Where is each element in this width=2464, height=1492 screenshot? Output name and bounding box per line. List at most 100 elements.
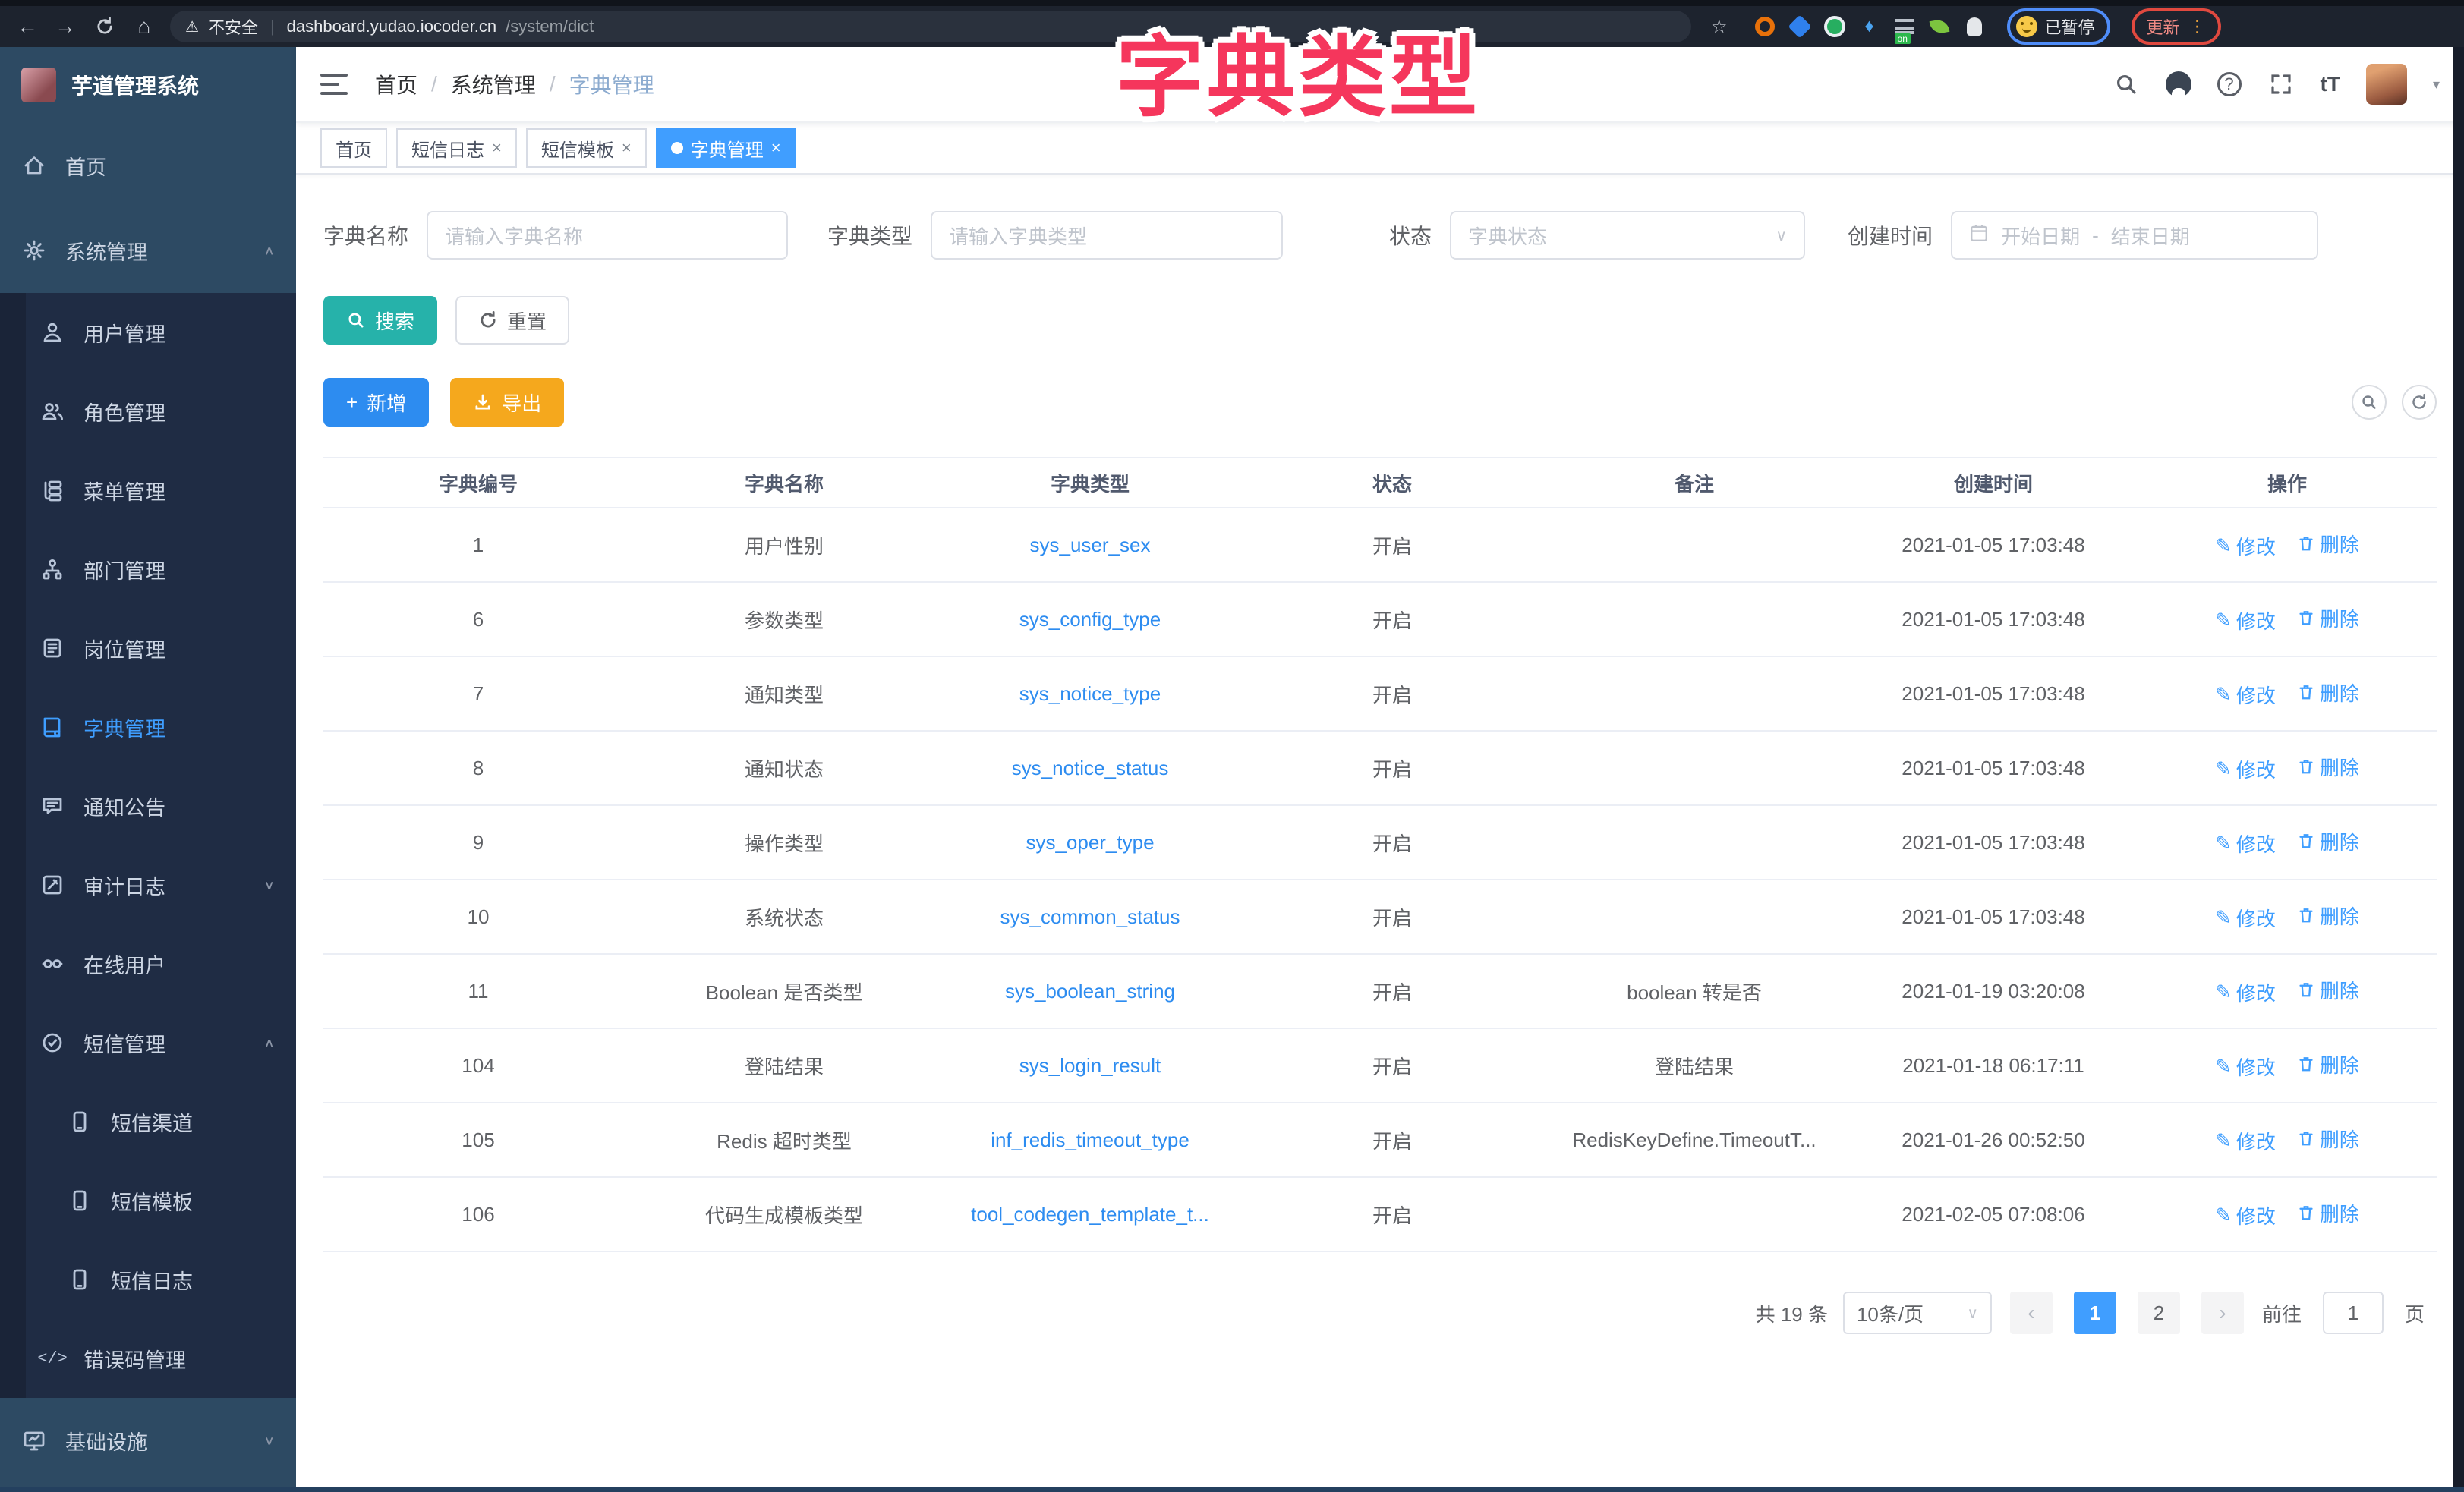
dict-type-link[interactable]: sys_config_type — [1019, 608, 1161, 631]
delete-link[interactable]: 删除 — [2297, 753, 2359, 781]
help-icon[interactable]: ? — [2217, 72, 2242, 96]
next-page-button[interactable]: › — [2201, 1292, 2244, 1334]
delete-link[interactable]: 删除 — [2297, 678, 2359, 707]
delete-link[interactable]: 删除 — [2297, 530, 2359, 558]
sidebar-item-users[interactable]: 用户管理 — [0, 293, 296, 372]
date-range-picker[interactable]: 开始日期 - 结束日期 — [1951, 211, 2318, 260]
delete-link[interactable]: 删除 — [2297, 902, 2359, 930]
dict-type-link[interactable]: sys_common_status — [1000, 905, 1180, 928]
prev-page-button[interactable]: ‹ — [2010, 1292, 2053, 1334]
dict-type-link[interactable]: sys_notice_status — [1012, 757, 1169, 779]
sidebar-item-sms-template[interactable]: 短信模板 — [0, 1161, 296, 1240]
dict-type-link[interactable]: sys_login_result — [1019, 1054, 1161, 1077]
bookmark-star-icon[interactable]: ☆ — [1711, 16, 1728, 38]
avatar-caret-icon[interactable]: ▾ — [2433, 77, 2440, 93]
font-size-icon[interactable]: tT — [2321, 72, 2340, 96]
add-button[interactable]: +新增 — [323, 378, 429, 427]
dict-type-link[interactable]: sys_boolean_string — [1005, 980, 1175, 1003]
tab-sms-log[interactable]: 短信日志× — [396, 128, 517, 168]
status-select[interactable]: 字典状态∨ — [1450, 211, 1805, 260]
ext-orange-ring-icon[interactable] — [1753, 15, 1776, 38]
dict-type-input[interactable]: 请输入字典类型 — [931, 211, 1283, 260]
ext-on-badge: on — [1895, 33, 1911, 44]
toggle-search-button[interactable] — [2352, 385, 2387, 420]
sidebar-item-posts[interactable]: 岗位管理 — [0, 609, 296, 688]
breadcrumb-home[interactable]: 首页 — [375, 69, 417, 99]
sidebar-item-system[interactable]: 系统管理 ∧ — [0, 208, 296, 293]
page-size-select[interactable]: 10条/页∨ — [1843, 1292, 1992, 1334]
delete-link[interactable]: 删除 — [2297, 1050, 2359, 1078]
dict-type-link[interactable]: inf_redis_timeout_type — [991, 1128, 1189, 1151]
tab-sms-template[interactable]: 短信模板× — [526, 128, 647, 168]
close-icon[interactable]: × — [492, 138, 502, 158]
browser-reload-icon[interactable] — [91, 13, 118, 40]
dict-type-link[interactable]: tool_codegen_template_t... — [971, 1203, 1209, 1226]
browser-forward-icon[interactable]: → — [53, 14, 77, 39]
sidebar-item-sms[interactable]: 短信管理 ∧ — [0, 1003, 296, 1082]
profile-paused-badge[interactable]: 已暂停 — [2007, 8, 2110, 45]
ext-leaf-icon[interactable] — [1928, 15, 1951, 38]
edit-link[interactable]: ✎修改 — [2215, 978, 2276, 1006]
edit-link[interactable]: ✎修改 — [2215, 606, 2276, 634]
dict-name-input[interactable]: 请输入字典名称 — [427, 211, 788, 260]
ext-figure-icon[interactable] — [1963, 15, 1986, 38]
sidebar-item-notice[interactable]: 通知公告 — [0, 766, 296, 845]
sidebar-item-sms-channel[interactable]: 短信渠道 — [0, 1082, 296, 1161]
edit-icon: ✎ — [2215, 1129, 2232, 1153]
sidebar-item-error-code[interactable]: </> 错误码管理 — [0, 1319, 296, 1398]
dict-type-link[interactable]: sys_notice_type — [1019, 682, 1161, 705]
delete-link[interactable]: 删除 — [2297, 1199, 2359, 1227]
chrome-update-button[interactable]: 更新 ⋮ — [2132, 8, 2221, 45]
edit-link[interactable]: ✎修改 — [2215, 1127, 2276, 1155]
tab-dictionary[interactable]: 字典管理× — [656, 128, 796, 168]
search-button[interactable]: 搜索 — [323, 296, 437, 345]
close-icon[interactable]: × — [622, 138, 632, 158]
sidebar-item-online-users[interactable]: 在线用户 — [0, 924, 296, 1003]
page-button-1[interactable]: 1 — [2074, 1292, 2116, 1334]
edit-link[interactable]: ✎修改 — [2215, 829, 2276, 858]
ext-green-avatar-icon[interactable] — [1823, 15, 1846, 38]
refresh-button[interactable] — [2402, 385, 2437, 420]
tab-home[interactable]: 首页 — [320, 128, 387, 168]
goto-page-input[interactable]: 1 — [2323, 1292, 2384, 1334]
delete-link[interactable]: 删除 — [2297, 1125, 2359, 1153]
chrome-menu-icon[interactable]: ⋮ — [2189, 17, 2206, 36]
edit-link[interactable]: ✎修改 — [2215, 1201, 2276, 1229]
edit-link[interactable]: ✎修改 — [2215, 755, 2276, 783]
page-button-2[interactable]: 2 — [2138, 1292, 2180, 1334]
fullscreen-icon[interactable] — [2267, 71, 2295, 98]
edit-link[interactable]: ✎修改 — [2215, 681, 2276, 709]
user-avatar[interactable] — [2366, 64, 2407, 105]
close-icon[interactable]: × — [771, 138, 781, 158]
sidebar-item-sms-log[interactable]: 短信日志 — [0, 1240, 296, 1319]
dict-type-link[interactable]: sys_oper_type — [1026, 831, 1154, 854]
edit-link[interactable]: ✎修改 — [2215, 904, 2276, 932]
export-button[interactable]: 导出 — [450, 378, 564, 427]
sidebar-item-audit-log[interactable]: 审计日志 ∨ — [0, 845, 296, 924]
sidebar-item-infrastructure[interactable]: 基础设施 ∨ — [0, 1398, 296, 1483]
delete-link[interactable]: 删除 — [2297, 976, 2359, 1004]
edit-link[interactable]: ✎修改 — [2215, 1053, 2276, 1081]
delete-link[interactable]: 删除 — [2297, 604, 2359, 632]
sidebar-item-menus[interactable]: 菜单管理 — [0, 451, 296, 530]
dict-type-link[interactable]: sys_user_sex — [1030, 534, 1151, 556]
hamburger-icon[interactable] — [320, 74, 348, 95]
sidebar-item-dictionary[interactable]: 字典管理 — [0, 688, 296, 766]
ext-blue-gem-icon[interactable] — [1788, 15, 1811, 38]
ext-diamond-icon[interactable]: ♦ — [1858, 15, 1881, 38]
status-text: 开启 — [1245, 880, 1539, 954]
ext-list-icon[interactable]: on — [1893, 15, 1916, 38]
sidebar-item-roles[interactable]: 角色管理 — [0, 372, 296, 451]
status-text: 开启 — [1245, 954, 1539, 1028]
sidebar-item-departments[interactable]: 部门管理 — [0, 530, 296, 609]
search-icon[interactable] — [2113, 71, 2140, 98]
app-logo[interactable]: 芋道管理系统 — [0, 47, 296, 123]
reset-button[interactable]: 重置 — [455, 296, 569, 345]
browser-home-icon[interactable]: ⌂ — [132, 14, 156, 39]
browser-back-icon[interactable]: ← — [15, 14, 39, 39]
github-icon[interactable] — [2166, 71, 2191, 97]
delete-link[interactable]: 删除 — [2297, 827, 2359, 855]
sidebar-item-home[interactable]: 首页 — [0, 123, 296, 208]
edit-link[interactable]: ✎修改 — [2215, 532, 2276, 560]
breadcrumb-system[interactable]: 系统管理 — [451, 69, 536, 99]
